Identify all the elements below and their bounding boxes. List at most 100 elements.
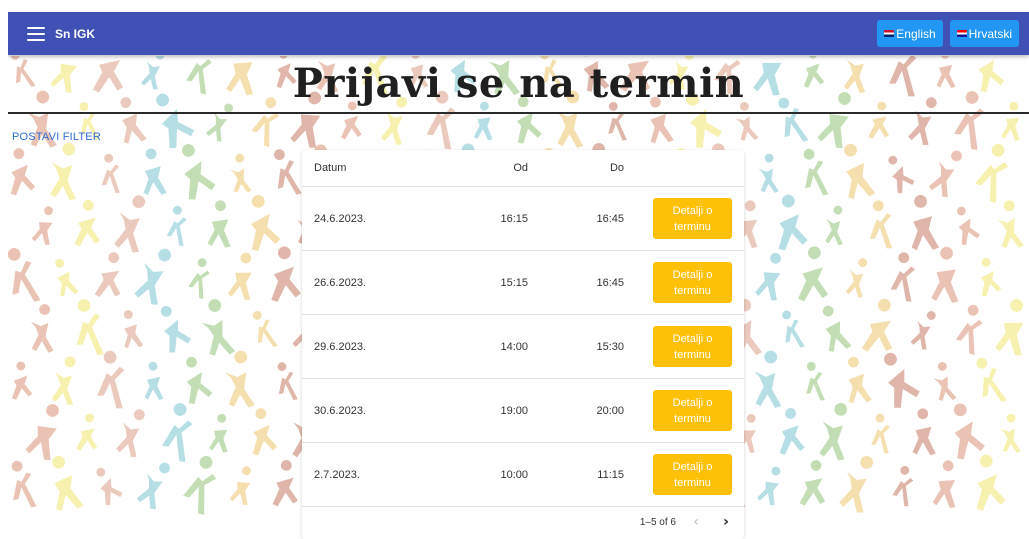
athlete-silhouette-icon (30, 304, 54, 353)
athlete-silhouette-icon (839, 455, 874, 513)
athlete-silhouette-icon (957, 206, 980, 245)
appointment-details-button[interactable]: Detalji o terminu (653, 262, 732, 303)
athlete-silhouette-icon (11, 460, 37, 508)
athlete-silhouette-icon (861, 298, 893, 352)
uk-flag-icon (884, 30, 895, 37)
athlete-silhouette-icon (803, 148, 829, 196)
athlete-silhouette-icon (52, 455, 84, 512)
page-title: Prijavi se na termin (292, 60, 745, 107)
column-header-to: Do (609, 162, 624, 174)
athlete-silhouette-icon (888, 155, 915, 194)
english-language-button[interactable]: English (877, 20, 943, 47)
appointment-details-button[interactable]: Detalji o terminu (653, 454, 732, 495)
row-to-time: 16:45 (596, 212, 624, 225)
athlete-silhouette-icon (183, 455, 217, 516)
athlete-silhouette-icon (188, 258, 210, 299)
row-date: 29.6.2023. (314, 340, 366, 353)
athlete-silhouette-icon (166, 205, 187, 246)
athlete-silhouette-icon (844, 143, 876, 200)
athlete-silhouette-icon (869, 200, 893, 249)
table-row: 26.6.2023. 15:15 16:45 Detalji o terminu (302, 251, 744, 315)
app-frame: Sn IGK English Hrvatski Prijavi se na te… (8, 12, 1029, 539)
english-label: English (896, 26, 936, 41)
athlete-silhouette-icon (123, 310, 144, 349)
set-filter-button[interactable]: POSTAVI FILTER (12, 131, 101, 143)
athlete-silhouette-icon (10, 148, 36, 196)
athlete-silhouette-icon (755, 252, 781, 301)
athlete-silhouette-icon (25, 404, 59, 461)
app-bar: Sn IGK English Hrvatski (8, 12, 1029, 55)
athlete-silhouette-icon (806, 362, 825, 401)
row-to-time: 11:15 (597, 468, 624, 481)
table-pagination: 1–5 of 6 ‹ › (302, 507, 744, 537)
athlete-silhouette-icon (229, 153, 252, 193)
athlete-silhouette-icon (976, 357, 1007, 402)
athlete-silhouette-icon (55, 258, 79, 297)
athlete-silhouette-icon (912, 408, 936, 456)
athlete-silhouette-icon (911, 195, 940, 251)
athlete-silhouette-icon (8, 247, 41, 302)
athlete-silhouette-icon (778, 194, 808, 251)
athlete-silhouette-icon (779, 408, 805, 455)
athlete-silhouette-icon (1000, 413, 1021, 453)
athlete-silhouette-icon (94, 252, 121, 298)
athlete-silhouette-icon (186, 356, 213, 405)
athlete-silhouette-icon (227, 252, 252, 301)
appointment-details-button[interactable]: Detalji o terminu (653, 390, 732, 431)
hamburger-menu-icon[interactable] (27, 26, 45, 41)
athlete-silhouette-icon (225, 350, 255, 408)
croatia-flag-icon (956, 30, 967, 37)
athlete-silhouette-icon (892, 466, 914, 507)
athlete-silhouette-icon (822, 305, 852, 352)
athlete-silhouette-icon (976, 454, 1006, 511)
athlete-silhouette-icon (890, 252, 916, 302)
row-date: 26.6.2023. (314, 276, 366, 289)
athlete-silhouette-icon (933, 362, 957, 401)
athlete-silhouette-icon (207, 200, 231, 248)
athlete-silhouette-icon (74, 200, 100, 247)
appointment-details-button[interactable]: Detalji o terminu (653, 198, 732, 239)
appointment-details-button[interactable]: Detalji o terminu (653, 326, 732, 367)
athlete-silhouette-icon (114, 195, 146, 253)
title-divider (8, 112, 1029, 114)
row-to-time: 16:45 (596, 276, 624, 289)
athlete-silhouette-icon (975, 143, 1009, 204)
column-header-date: Datum (314, 162, 347, 174)
croatian-label: Hrvatski (968, 26, 1012, 41)
row-from-time: 15:15 (500, 276, 528, 289)
table-row: 29.6.2023. 14:00 15:30 Detalji o terminu (302, 315, 744, 379)
row-from-time: 14:00 (500, 340, 528, 353)
athlete-silhouette-icon (735, 102, 759, 141)
table-row: 24.6.2023. 16:15 16:45 Detalji o terminu (302, 187, 744, 251)
athlete-silhouette-icon (271, 246, 301, 303)
athlete-silhouette-icon (31, 206, 53, 245)
athlete-silhouette-icon (144, 361, 164, 401)
row-date: 24.6.2023. (314, 212, 366, 225)
athlete-silhouette-icon (981, 257, 1002, 297)
row-from-time: 16:15 (500, 212, 528, 225)
athlete-silhouette-icon (758, 153, 779, 193)
language-switcher: English Hrvatski (877, 20, 1019, 47)
athlete-silhouette-icon (1001, 101, 1020, 141)
athlete-silhouette-icon (11, 361, 33, 400)
athlete-silhouette-icon (995, 299, 1024, 356)
next-page-icon[interactable]: › (716, 512, 736, 532)
athlete-silhouette-icon (143, 148, 167, 196)
athlete-silhouette-icon (250, 195, 281, 252)
athlete-silhouette-icon (76, 299, 104, 356)
athlete-silhouette-icon (136, 462, 170, 510)
athlete-silhouette-icon (161, 403, 193, 462)
athlete-silhouette-icon (798, 246, 829, 302)
table-row: 2.7.2023. 10:00 11:15 Detalji o terminu (302, 443, 744, 507)
athlete-silhouette-icon (953, 403, 985, 460)
row-to-time: 20:00 (596, 404, 624, 417)
athlete-silhouette-icon (754, 350, 782, 409)
athlete-silhouette-icon (782, 310, 805, 348)
row-date: 30.6.2023. (314, 404, 366, 417)
previous-page-icon[interactable]: ‹ (686, 512, 706, 532)
croatian-language-button[interactable]: Hrvatski (949, 20, 1019, 47)
athlete-silhouette-icon (819, 403, 848, 461)
athlete-silhouette-icon (955, 304, 983, 355)
athlete-silhouette-icon (96, 467, 123, 506)
row-date: 2.7.2023. (314, 468, 360, 481)
